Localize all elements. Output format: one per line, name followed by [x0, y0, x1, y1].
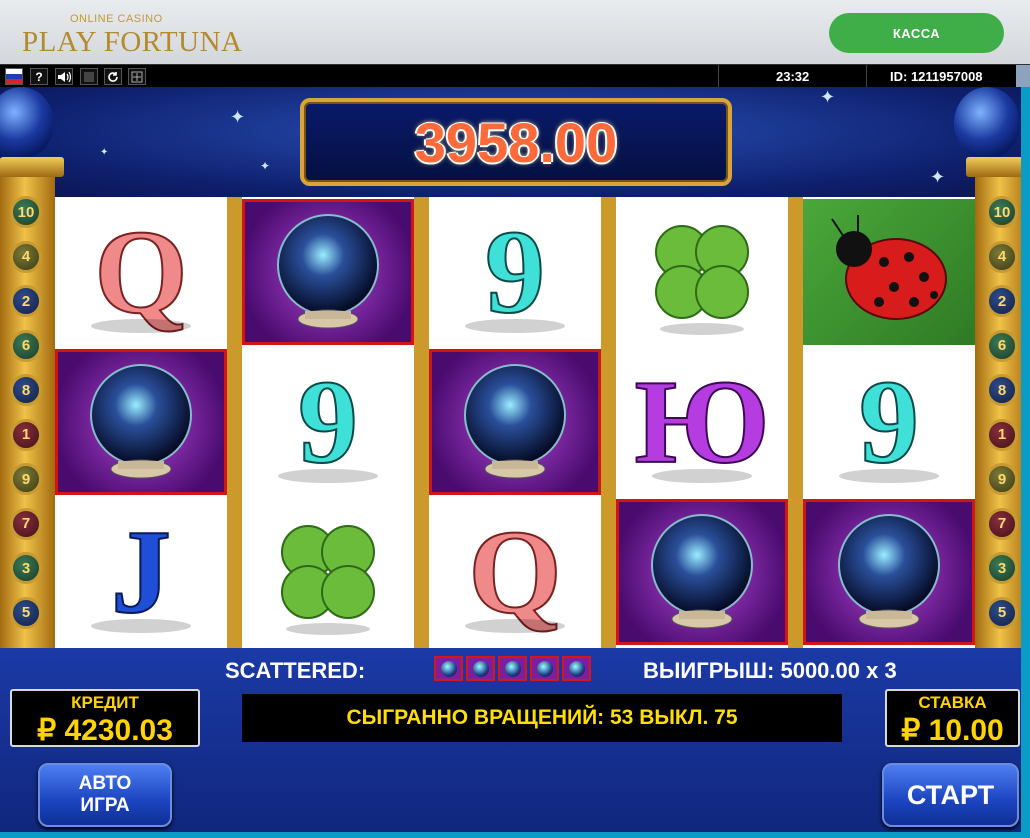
symbol-9: 9 — [429, 199, 601, 345]
crystal-ball-icon — [464, 364, 566, 479]
scattered-label: SCATTERED: — [225, 658, 366, 683]
credit-label: КРЕДИТ — [71, 693, 139, 712]
payline-marker-1: 1 — [986, 418, 1018, 451]
sound-icon[interactable] — [55, 68, 73, 85]
symbol-yu: Ю — [633, 355, 771, 488]
pillar-capital — [0, 157, 64, 177]
reel-4: Ю — [616, 197, 788, 648]
symbol-ladybug — [803, 199, 975, 345]
window-edge — [1021, 87, 1030, 838]
slot-game-screen: ONLINE CASINO PLAY FORTUNA КАССА ? 23:32… — [0, 0, 1030, 838]
symbol-crystal-ball — [429, 349, 601, 495]
payline-marker-3: 3 — [10, 552, 42, 584]
toolbar-divider — [866, 65, 867, 88]
payline-marker-4: 4 — [10, 240, 42, 273]
payline-marker-9: 9 — [10, 463, 42, 495]
payline-marker-5: 5 — [10, 596, 42, 629]
credit-value: ₽ 4230.03 — [37, 714, 173, 747]
fullscreen-icon[interactable] — [80, 68, 98, 85]
crystal-ball-icon — [954, 87, 1020, 159]
clover-icon — [655, 225, 749, 335]
spin-status: СЫГРАННО ВРАЩЕНИЙ: 53 ВЫКЛ. 75 — [242, 694, 842, 742]
paytable-icon[interactable] — [128, 68, 146, 85]
reel-5: 9 — [803, 197, 975, 648]
win-line-info: ВЫИГРЫШ: 5000.00 x 3 — [643, 658, 897, 683]
start-button[interactable]: СТАРТ — [882, 763, 1019, 827]
payline-marker-3: 3 — [986, 552, 1018, 584]
autoplay-button[interactable]: АВТО ИГРА — [38, 763, 172, 827]
symbol-q: Q — [55, 199, 227, 345]
reel-3: 9 Q — [429, 197, 601, 648]
payline-marker-8: 8 — [986, 374, 1018, 406]
payline-marker-10: 10 — [10, 196, 42, 228]
payline-marker-6: 6 — [986, 329, 1018, 362]
symbol-q: Q — [429, 499, 601, 645]
scatter-crystal-ball-icon — [434, 656, 463, 681]
language-flag-icon[interactable] — [5, 68, 23, 85]
payline-marker-2: 2 — [986, 285, 1018, 317]
scrollbar[interactable] — [1016, 65, 1030, 88]
symbol-crystal-ball — [616, 499, 788, 645]
star-icon: ✦ — [930, 167, 946, 187]
autoplay-label-1: АВТО — [78, 773, 132, 794]
crystal-ball-icon — [90, 364, 192, 479]
bet-box[interactable]: СТАВКА ₽ 10.00 — [885, 689, 1020, 747]
help-button[interactable]: ? — [30, 68, 48, 85]
crystal-ball-icon — [651, 514, 753, 629]
crystal-ball-icon — [277, 214, 379, 329]
star-icon: ✦ — [260, 159, 271, 173]
reel-1: Q J — [55, 197, 227, 648]
symbol-crystal-ball — [55, 349, 227, 495]
payline-marker-9: 9 — [986, 463, 1018, 495]
symbol-9: 9 — [803, 349, 975, 495]
window-edge — [0, 832, 1030, 838]
toolbar-divider — [718, 65, 719, 88]
player-id: ID: 1211957008 — [890, 69, 983, 84]
payline-marker-1: 1 — [10, 418, 42, 451]
scatter-icons — [434, 656, 592, 681]
symbol-j: J — [55, 499, 227, 645]
cashier-button[interactable]: КАССА — [829, 13, 1004, 53]
crystal-ball-icon — [838, 514, 940, 629]
reload-icon[interactable] — [104, 68, 122, 85]
payline-marker-6: 6 — [10, 329, 42, 362]
star-icon: ✦ — [230, 107, 246, 127]
symbol-crystal-ball — [803, 499, 975, 645]
symbol-crystal-ball — [242, 199, 414, 345]
payline-marker-7: 7 — [10, 507, 42, 540]
clock: 23:32 — [776, 69, 810, 84]
payline-marker-8: 8 — [10, 374, 42, 406]
payline-marker-7: 7 — [986, 507, 1018, 540]
bet-label: СТАВКА — [918, 693, 987, 712]
scatter-crystal-ball-icon — [530, 656, 559, 681]
payline-marker-4: 4 — [986, 240, 1018, 273]
symbol-9: 9 — [242, 349, 414, 495]
payline-marker-5: 5 — [986, 596, 1018, 629]
scatter-crystal-ball-icon — [498, 656, 527, 681]
ladybug-icon — [831, 215, 947, 320]
payline-marker-2: 2 — [10, 285, 42, 317]
reels-area: Q J 9 9 Q Ю 9 — [55, 197, 975, 648]
clover-icon — [281, 525, 375, 635]
reel-2: 9 — [242, 197, 414, 648]
credit-box: КРЕДИТ ₽ 4230.03 — [10, 689, 200, 747]
autoplay-label-2: ИГРА — [80, 795, 130, 816]
star-icon: ✦ — [100, 147, 109, 158]
symbol-clover — [616, 199, 788, 345]
win-display: 3958.00 — [300, 98, 732, 186]
symbol-clover — [242, 499, 414, 645]
star-icon: ✦ — [820, 87, 836, 107]
payline-marker-10: 10 — [986, 196, 1018, 228]
bet-value: ₽ 10.00 — [901, 714, 1004, 747]
scatter-crystal-ball-icon — [562, 656, 591, 681]
win-amount: 3958.00 — [414, 110, 618, 174]
site-logo[interactable]: PLAY FORTUNA — [22, 26, 242, 59]
site-header: ONLINE CASINO PLAY FORTUNA КАССА — [0, 0, 1030, 64]
game-toolbar: ? 23:32 ID: 1211957008 — [0, 64, 1030, 88]
scatter-crystal-ball-icon — [466, 656, 495, 681]
logo-tagline: ONLINE CASINO — [70, 13, 163, 25]
